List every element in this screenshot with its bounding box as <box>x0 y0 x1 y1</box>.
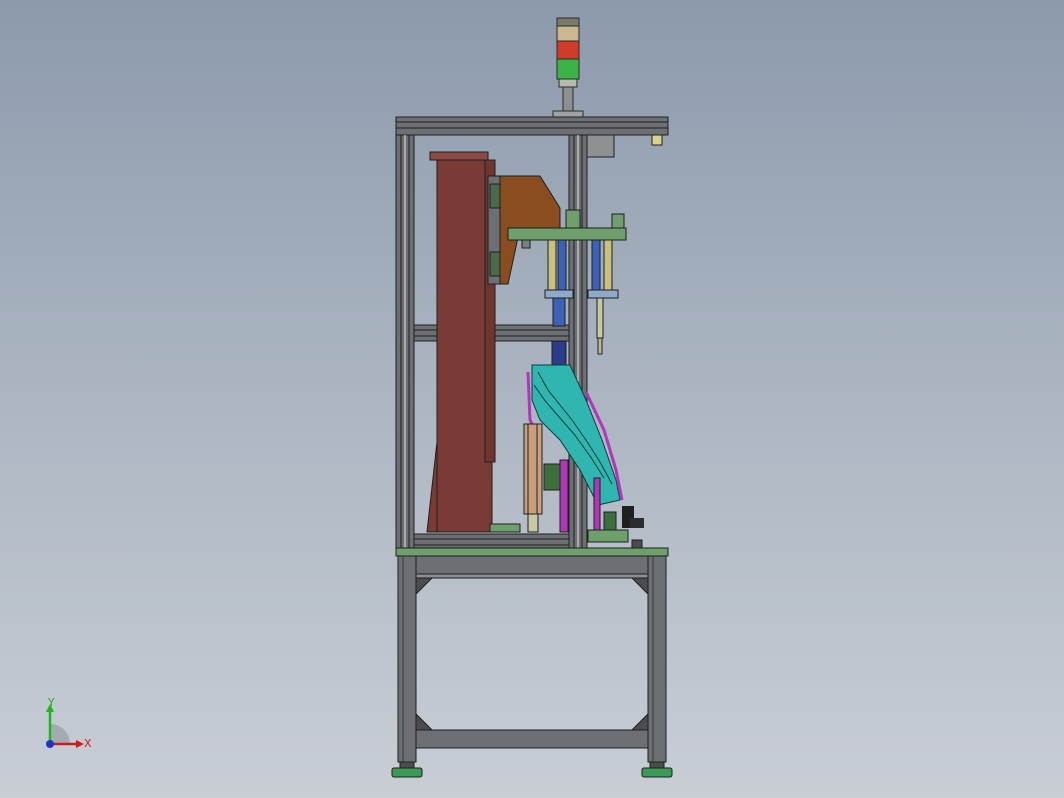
leveling-feet <box>391 761 673 778</box>
base-plate <box>395 547 669 557</box>
press-column <box>426 151 503 533</box>
left-post <box>395 134 415 551</box>
cylinder-assembly <box>507 209 627 366</box>
x-axis-label: X <box>84 737 92 750</box>
tan-cylinder <box>523 423 543 533</box>
top-beam <box>395 116 669 158</box>
table-frame <box>397 555 667 763</box>
coordinate-triad: Y X <box>46 698 92 750</box>
z-axis-origin <box>46 740 54 748</box>
cad-viewport[interactable] <box>0 0 1064 798</box>
middle-post <box>568 134 588 551</box>
stack-light <box>552 17 584 118</box>
y-axis-label: Y <box>47 698 55 709</box>
